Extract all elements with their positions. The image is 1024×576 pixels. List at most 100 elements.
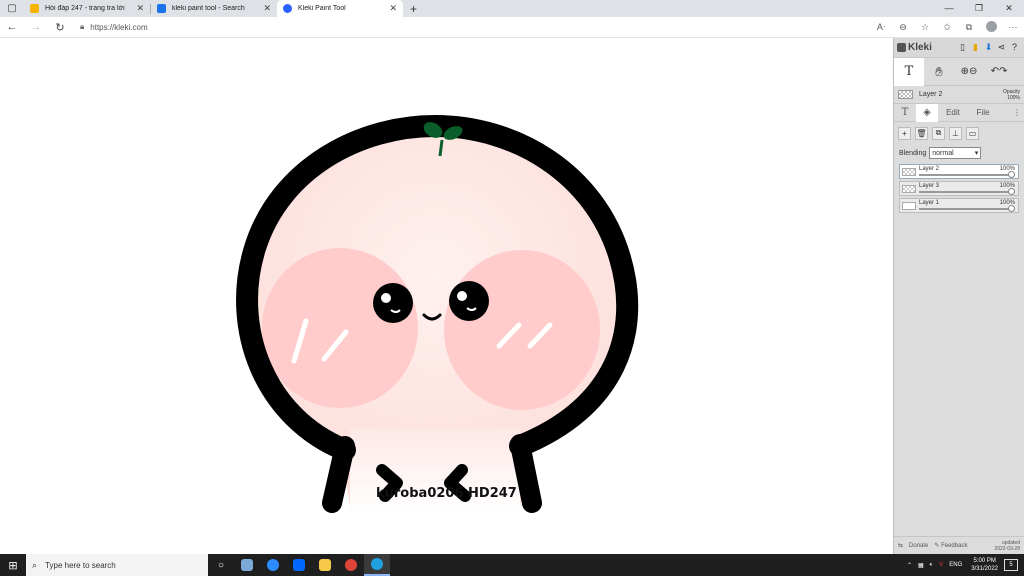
layer-item[interactable]: Layer 3 100% bbox=[899, 181, 1019, 196]
read-aloud-icon[interactable]: Aᐧ bbox=[870, 22, 892, 33]
more-options-icon[interactable]: ··· bbox=[1002, 22, 1024, 32]
feedback-link[interactable]: ✎ Feedback bbox=[934, 542, 967, 550]
opacity-value: 100% bbox=[1007, 94, 1020, 101]
delete-layer-icon[interactable]: 🗑︎ bbox=[915, 126, 928, 140]
donate-link[interactable]: Donate bbox=[909, 543, 928, 549]
zoom-icon[interactable]: ⊖ bbox=[892, 22, 914, 33]
search-placeholder: Type here to search bbox=[45, 560, 116, 570]
close-tab-icon[interactable]: ✕ bbox=[389, 3, 397, 14]
duplicate-layer-icon[interactable]: ⧉ bbox=[932, 126, 945, 140]
right-leg bbox=[510, 434, 542, 513]
volume-icon[interactable]: 🔈︎ bbox=[930, 562, 934, 569]
tab-text-settings[interactable]: T bbox=[894, 104, 916, 122]
paint-app-icon[interactable] bbox=[234, 554, 260, 576]
new-image-icon[interactable]: ▯ bbox=[956, 42, 969, 53]
hand-tool-button[interactable]: ✋︎ bbox=[924, 58, 954, 86]
forward-icon[interactable]: → bbox=[24, 21, 48, 33]
tab-layers[interactable]: ◈ bbox=[916, 103, 938, 122]
download-icon[interactable]: ⬇ bbox=[982, 42, 995, 53]
system-clock[interactable]: 5:00 PM 3/31/2022 bbox=[971, 557, 998, 573]
kleki-favicon-icon bbox=[283, 4, 292, 13]
drawing-canvas[interactable]: kuroba0206 HD247 bbox=[0, 38, 893, 554]
layer-opacity-slider[interactable] bbox=[919, 188, 1015, 195]
zalo-app-icon[interactable] bbox=[286, 554, 312, 576]
add-favorite-icon[interactable]: ☆ bbox=[914, 22, 936, 33]
layer-item[interactable]: Layer 1 100% bbox=[899, 198, 1019, 213]
tab-hoidap[interactable]: Hỏi đáp 247 - trang tra lời ✕ bbox=[24, 0, 150, 17]
layer-item[interactable]: Layer 2 100% bbox=[899, 164, 1019, 179]
edge-app-icon[interactable] bbox=[364, 554, 390, 576]
zoom-app-icon[interactable] bbox=[260, 554, 286, 576]
text-icon: T bbox=[901, 107, 909, 118]
url-field[interactable]: 🔒︎ https://kleki.com bbox=[80, 22, 870, 32]
redo-icon[interactable]: ↷ bbox=[999, 66, 1007, 77]
browser-toolbar: Aᐧ ⊖ ☆ ✩ ⧉ ··· bbox=[870, 20, 1024, 34]
close-window-icon[interactable]: ✕ bbox=[994, 3, 1024, 14]
layers-icon: ◈ bbox=[923, 107, 931, 118]
taskbar-search-box[interactable]: ⌕ Type here to search bbox=[26, 554, 208, 576]
antivirus-icon[interactable]: V bbox=[939, 562, 943, 568]
favorites-icon[interactable]: ✩ bbox=[936, 22, 958, 33]
drawing-artwork bbox=[236, 114, 639, 513]
layer-opacity-slider[interactable] bbox=[919, 171, 1015, 178]
file-explorer-icon[interactable] bbox=[312, 554, 338, 576]
panel-header: Kleki ▯ ▮ ⬇ ⋖ ? bbox=[894, 38, 1024, 58]
task-view-icon[interactable]: ○ bbox=[208, 554, 234, 576]
blending-select[interactable]: normal ▾ bbox=[929, 147, 982, 159]
layer-thumbnail bbox=[902, 168, 916, 176]
new-tab-button[interactable]: + bbox=[403, 2, 424, 16]
text-tool-button[interactable]: T bbox=[894, 57, 924, 86]
undo-icon[interactable]: ↶ bbox=[991, 66, 999, 77]
notification-center-icon[interactable]: 5 bbox=[1004, 559, 1018, 571]
updated-date: 2022-03-28 bbox=[994, 545, 1020, 552]
lock-icon[interactable]: 🔒︎ bbox=[80, 22, 84, 32]
refresh-icon[interactable]: ↻ bbox=[48, 21, 72, 34]
slider-knob[interactable] bbox=[1008, 205, 1015, 212]
left-leg bbox=[322, 436, 355, 513]
network-icon[interactable]: ▦ bbox=[918, 562, 924, 569]
minimize-icon[interactable]: — bbox=[934, 3, 964, 14]
layer-opacity-slider[interactable] bbox=[919, 205, 1015, 212]
slider-knob[interactable] bbox=[1008, 171, 1015, 178]
hand-icon: ✋︎ bbox=[935, 63, 943, 79]
restore-icon[interactable]: ❐ bbox=[964, 3, 994, 14]
zoom-out-icon[interactable]: ⊖ bbox=[969, 66, 977, 77]
zoom-in-icon[interactable]: ⊕ bbox=[961, 66, 969, 77]
merge-layer-icon[interactable]: ⊥ bbox=[949, 126, 962, 140]
panel-tabs: T ◈ Edit File ⋮ bbox=[894, 103, 1024, 122]
profile-avatar[interactable] bbox=[980, 20, 1002, 34]
zoom-controls[interactable]: ⊕ ⊖ bbox=[954, 58, 984, 86]
rename-layer-icon[interactable]: ▭ bbox=[966, 126, 979, 140]
blending-value: normal bbox=[932, 149, 954, 157]
left-cheek bbox=[262, 248, 418, 408]
url-text: https://kleki.com bbox=[90, 22, 148, 32]
undo-redo-controls[interactable]: ↶ ↷ bbox=[984, 58, 1014, 86]
more-menu-icon[interactable]: ⋮ bbox=[1010, 104, 1024, 122]
tab-kleki-paint-tool[interactable]: Kleki Paint Tool ✕ bbox=[277, 0, 403, 17]
add-layer-icon[interactable]: + bbox=[898, 126, 911, 140]
share-icon[interactable]: ⋖ bbox=[995, 42, 1008, 53]
search-icon: ⌕ bbox=[32, 559, 38, 570]
tab-actions-menu-icon[interactable]: ▢ bbox=[0, 0, 24, 17]
close-tab-icon[interactable]: ✕ bbox=[136, 3, 144, 14]
chevron-up-icon[interactable]: ⌃ bbox=[907, 562, 912, 569]
current-layer-name: Layer 2 bbox=[919, 91, 943, 98]
tab-edit[interactable]: Edit bbox=[938, 104, 968, 122]
help-icon[interactable]: ? bbox=[1008, 42, 1021, 53]
collections-icon[interactable]: ⧉ bbox=[958, 22, 980, 33]
tab-kleki-search[interactable]: kleki paint tool - Search ✕ bbox=[151, 0, 277, 17]
windows-start-icon[interactable]: ⊞ bbox=[0, 559, 26, 572]
notification-count: 5 bbox=[1009, 562, 1013, 568]
kleki-logo: Kleki bbox=[897, 42, 932, 53]
layer-thumbnail bbox=[898, 90, 913, 99]
close-tab-icon[interactable]: ✕ bbox=[263, 3, 271, 14]
tab-file[interactable]: File bbox=[968, 104, 998, 122]
language-indicator[interactable]: ENG bbox=[949, 562, 962, 568]
chrome-app-icon[interactable] bbox=[338, 554, 364, 576]
back-icon[interactable]: ← bbox=[0, 21, 24, 33]
swap-panel-icon[interactable]: ⇆ bbox=[898, 542, 903, 549]
layer-actions: + 🗑︎ ⧉ ⊥ ▭ bbox=[894, 122, 1024, 144]
slider-knob[interactable] bbox=[1008, 188, 1015, 195]
address-bar: ← → ↻ 🔒︎ https://kleki.com Aᐧ ⊖ ☆ ✩ ⧉ ··… bbox=[0, 17, 1024, 38]
open-folder-icon[interactable]: ▮ bbox=[969, 42, 982, 53]
